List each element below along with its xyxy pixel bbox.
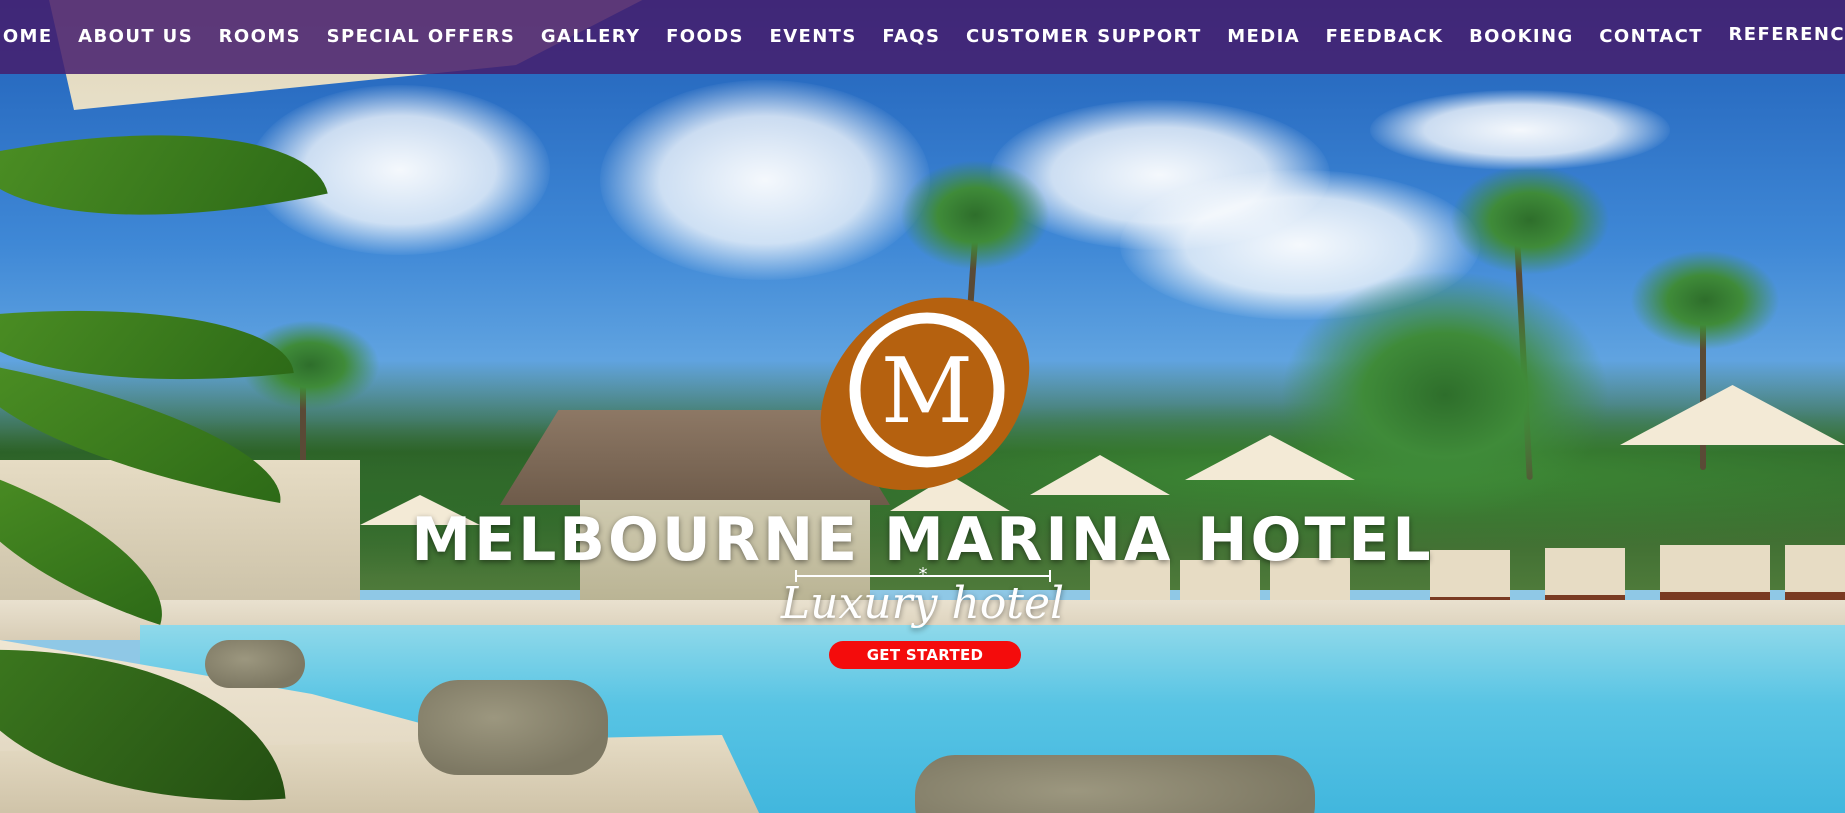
logo-letter: M <box>881 339 973 444</box>
nav-item-faqs[interactable]: FAQS <box>870 3 954 71</box>
nav-item-foods[interactable]: FOODS <box>653 3 756 71</box>
nav-item-special-offers[interactable]: SPECIAL OFFERS <box>314 3 528 71</box>
hotel-logo: M <box>820 297 1030 490</box>
nav-item-contact[interactable]: CONTACT <box>1586 3 1715 71</box>
nav-item-reference[interactable]: REFERENCE <box>1716 1 1845 69</box>
nav-item-feedback[interactable]: FEEDBACK <box>1313 3 1456 71</box>
nav-menu: HOME ABOUT US ROOMS SPECIAL OFFERS GALLE… <box>0 3 1845 71</box>
nav-item-events[interactable]: EVENTS <box>757 3 870 71</box>
nav-item-media[interactable]: MEDIA <box>1214 3 1312 71</box>
get-started-button[interactable]: GET STARTED <box>829 641 1021 669</box>
nav-item-customer-support[interactable]: CUSTOMER SUPPORT <box>953 3 1214 71</box>
nav-item-about-us[interactable]: ABOUT US <box>65 3 206 71</box>
hero-section: M MELBOURNE MARINA HOTEL * Luxury hotel … <box>0 74 1845 813</box>
nav-item-booking[interactable]: BOOKING <box>1456 3 1586 71</box>
nav-item-gallery[interactable]: GALLERY <box>528 3 653 71</box>
nav-item-home[interactable]: HOME <box>0 3 65 71</box>
main-navbar: HOME ABOUT US ROOMS SPECIAL OFFERS GALLE… <box>0 0 1845 74</box>
hero-title: MELBOURNE MARINA HOTEL <box>411 505 1434 575</box>
nav-item-rooms[interactable]: ROOMS <box>206 3 314 71</box>
hero-subtitle: Luxury hotel <box>780 578 1065 629</box>
